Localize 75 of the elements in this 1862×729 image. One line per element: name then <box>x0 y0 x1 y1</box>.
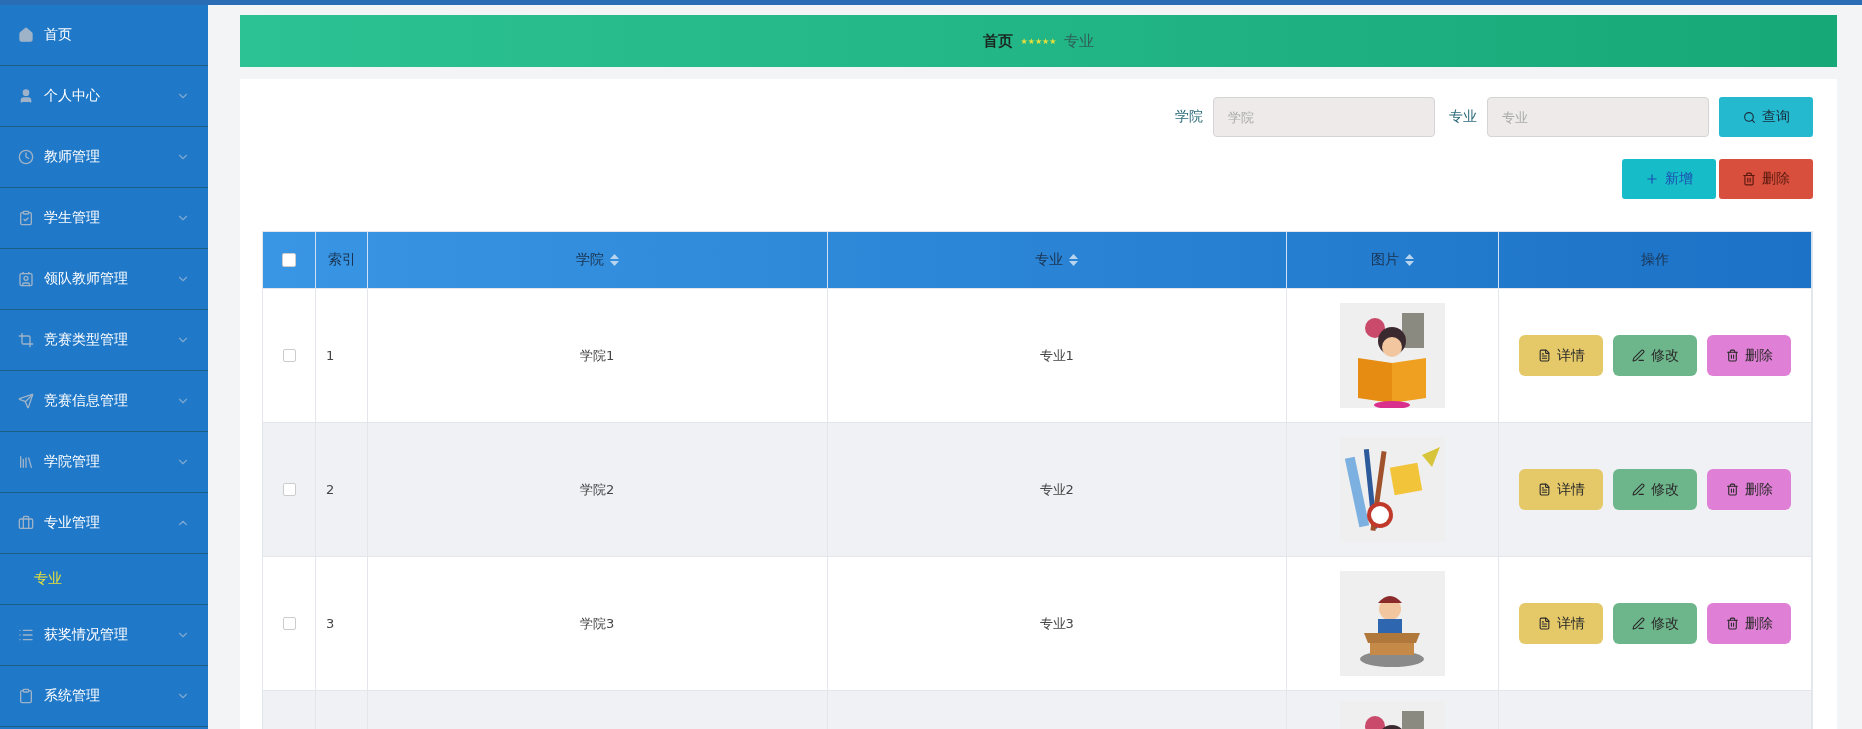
clipboard-check-icon <box>18 210 34 226</box>
details-button[interactable]: 详情 <box>1519 335 1603 376</box>
field-label: 学院 <box>1175 108 1203 126</box>
table-cell: 学院1 <box>580 346 615 365</box>
sidebar-subitem[interactable]: 专业 <box>0 554 208 605</box>
column-header[interactable]: 专业 <box>1035 251 1064 269</box>
sort-icon[interactable] <box>1405 254 1414 266</box>
sort-icon[interactable] <box>609 254 619 266</box>
table-cell: 学院2 <box>580 480 615 499</box>
sidebar-item[interactable]: 个人中心 <box>0 66 208 127</box>
select-all-checkbox[interactable] <box>282 253 296 267</box>
trash-icon <box>1725 617 1739 630</box>
field-label: 专业 <box>1449 108 1477 126</box>
delete-button[interactable]: 删除 <box>1707 335 1791 376</box>
sidebar-item[interactable]: 首页 <box>0 5 208 66</box>
table-cell: 1 <box>326 348 335 363</box>
column-header: 索引 <box>327 251 356 269</box>
trash-icon <box>1725 483 1739 496</box>
sidebar-item[interactable]: 学院管理 <box>0 432 208 493</box>
sidebar-item[interactable]: 系统管理 <box>0 666 208 727</box>
column-header: 操作 <box>1641 251 1669 269</box>
table-cell: 2 <box>326 482 335 497</box>
sidebar-item[interactable]: 竞赛信息管理 <box>0 371 208 432</box>
details-button[interactable]: 详情 <box>1519 469 1603 510</box>
sidebar-item[interactable]: 专业管理 <box>0 493 208 554</box>
send-icon <box>18 393 34 409</box>
search-field[interactable]: 专业 <box>1487 97 1709 137</box>
column-header[interactable]: 图片 <box>1371 251 1399 269</box>
table-cell: 学院3 <box>580 614 615 633</box>
pen-icon <box>1631 617 1645 630</box>
crop-icon <box>18 332 34 348</box>
details-button[interactable]: 详情 <box>1519 603 1603 644</box>
delete-button[interactable]: 删除 <box>1707 603 1791 644</box>
sidebar-item[interactable]: 竞赛类型管理 <box>0 310 208 371</box>
list-icon <box>18 627 34 643</box>
table-cell: 专业2 <box>1039 480 1074 499</box>
table-cell: 专业3 <box>1039 614 1074 633</box>
trash-icon <box>1725 349 1739 362</box>
column-header[interactable]: 学院 <box>575 251 604 269</box>
edit-button[interactable]: 修改 <box>1613 603 1697 644</box>
row-checkbox[interactable] <box>282 483 296 496</box>
user-icon <box>18 88 34 104</box>
sidebar-item[interactable]: 学生管理 <box>0 188 208 249</box>
trash-icon <box>1742 172 1756 186</box>
search-field[interactable]: 学院 <box>1213 97 1435 137</box>
delete-button[interactable]: 删除 <box>1707 469 1791 510</box>
breadcrumb-current: 专业 <box>1064 31 1095 51</box>
home-icon <box>18 27 34 43</box>
row-checkbox[interactable] <box>282 349 296 362</box>
document-icon <box>1537 483 1551 496</box>
breadcrumb-home[interactable]: 首页 <box>982 31 1013 51</box>
breadcrumb-separator: ★★★★★ <box>1020 36 1057 46</box>
search-icon <box>1742 110 1756 124</box>
search-button[interactable]: 查询 <box>1719 97 1813 137</box>
clock-icon <box>18 149 34 165</box>
delete-button[interactable]: 删除 <box>1719 159 1813 199</box>
briefcase-icon <box>18 515 34 531</box>
library-icon <box>18 454 34 470</box>
table-cell: 3 <box>326 616 335 631</box>
sidebar-item[interactable]: 获奖情况管理 <box>0 605 208 666</box>
document-icon <box>1537 349 1551 362</box>
pen-icon <box>1631 483 1645 496</box>
plus-icon <box>1645 172 1659 186</box>
pen-icon <box>1631 349 1645 362</box>
clipboard-icon <box>18 688 34 704</box>
id-card-icon <box>18 271 34 287</box>
sidebar-item[interactable]: 领队教师管理 <box>0 249 208 310</box>
table-cell: 专业1 <box>1039 346 1074 365</box>
row-checkbox[interactable] <box>282 617 296 630</box>
document-icon <box>1537 617 1551 630</box>
sidebar-item[interactable]: 教师管理 <box>0 127 208 188</box>
edit-button[interactable]: 修改 <box>1613 335 1697 376</box>
add-button[interactable]: 新增 <box>1622 159 1716 199</box>
edit-button[interactable]: 修改 <box>1613 469 1697 510</box>
sort-icon[interactable] <box>1069 254 1079 266</box>
